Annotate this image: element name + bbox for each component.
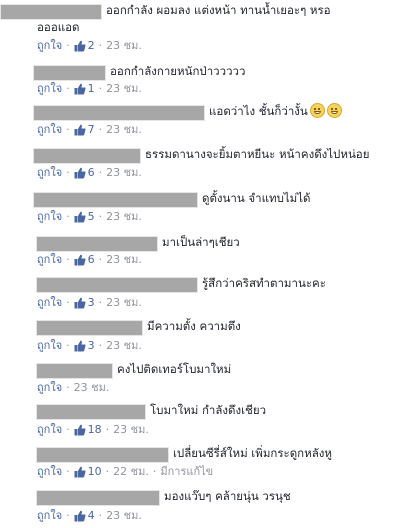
timestamp[interactable]: 23 ชม. <box>113 422 149 438</box>
like-count[interactable]: 5 <box>88 209 95 225</box>
comment-meta: ถูกใจ · 6 · 23 ชม. <box>37 165 142 181</box>
thumbs-up-icon <box>74 424 86 436</box>
comment-list: ออกกำลัง ผอมลง แต่งหน้า ทานน้ำเยอะๆ หรอ … <box>0 0 412 528</box>
like-count[interactable]: 3 <box>88 338 95 354</box>
comment: ออกกำลังกายหนักป่าววววว ถูกใจ · 1 · 23 ช… <box>0 63 412 95</box>
comment-meta: ถูกใจ · 1 · 23 ชม. <box>37 81 142 97</box>
commenter-name[interactable] <box>33 105 205 121</box>
commenter-name[interactable] <box>0 4 102 20</box>
comment-meta: ถูกใจ · 10 · 22 ชม. · มีการแก้ไข <box>37 464 214 480</box>
comment: คงไปติดเทอร์โบมาใหม่ ถูกใจ · 23 ชม. <box>0 361 412 394</box>
like-button[interactable]: ถูกใจ <box>37 338 62 354</box>
like-count[interactable]: 1 <box>88 81 95 97</box>
comment-text: ดูตั้งนาน จำแทบไม่ได้ <box>202 191 311 205</box>
comment-meta: ถูกใจ · 4 · 23 ชม. <box>37 508 142 524</box>
timestamp[interactable]: 23 ชม. <box>106 338 142 354</box>
like-button[interactable]: ถูกใจ <box>37 209 62 225</box>
like-count[interactable]: 6 <box>88 165 95 181</box>
comment-text: เปลี่ยนซีรี่ส์ใหม่ เพิ่มกระดูกหลังหู <box>173 446 332 460</box>
comment: ธรรมดานางจะยิ้มตาหยีนะ หน้าคงดึงไปหน่อย … <box>0 146 412 179</box>
timestamp[interactable]: 23 ชม. <box>106 295 142 311</box>
like-count[interactable]: 10 <box>88 464 102 480</box>
comment-meta: ถูกใจ · 2 · 23 ชม. <box>37 38 142 54</box>
like-button[interactable]: ถูกใจ <box>37 122 62 138</box>
commenter-name[interactable] <box>33 192 198 208</box>
comment: มองแว๊บๆ คล้ายนุ่น วรนุช ถูกใจ · 4 · 23 … <box>0 488 412 522</box>
comment-meta: ถูกใจ · 18 · 23 ชม. <box>37 422 149 438</box>
timestamp[interactable]: 23 ชม. <box>106 508 142 524</box>
like-count[interactable]: 18 <box>88 422 102 438</box>
thumbs-up-icon <box>74 167 86 179</box>
commenter-name[interactable] <box>36 320 143 336</box>
thumbs-up-icon <box>74 40 86 52</box>
like-count[interactable]: 2 <box>88 38 95 54</box>
timestamp[interactable]: 23 ชม. <box>106 81 142 97</box>
like-button[interactable]: ถูกใจ <box>37 38 62 54</box>
comment-text: คงไปติดเทอร์โบมาใหม่ <box>117 362 232 376</box>
like-button[interactable]: ถูกใจ <box>37 508 62 524</box>
comment-text: มีความตั้ง ความตึง <box>147 319 241 333</box>
comment-text: มาเป็นล่าๆเชียว <box>162 235 240 249</box>
thumbs-up-icon <box>74 510 86 522</box>
thumbs-up-icon <box>74 340 86 352</box>
comment: มาเป็นล่าๆเชียว ถูกใจ · 6 · 23 ชม. <box>0 234 412 266</box>
comment-text: แอดว่าไง ชั้นก็ว่างั้น <box>209 104 308 118</box>
commenter-name[interactable] <box>36 447 169 463</box>
thumbs-up-icon <box>74 211 86 223</box>
comment-meta: ถูกใจ · 23 ชม. <box>37 380 110 396</box>
thumbs-up-icon <box>74 297 86 309</box>
like-button[interactable]: ถูกใจ <box>37 422 62 438</box>
comment-text: รู้สึกว่าคริสทำตามานะคะ <box>202 276 326 290</box>
timestamp[interactable]: 22 ชม. <box>113 464 149 480</box>
commenter-name[interactable] <box>36 363 113 379</box>
like-count[interactable]: 6 <box>88 252 95 268</box>
commenter-name[interactable] <box>36 277 198 293</box>
thumbs-up-icon <box>74 466 86 478</box>
thumbs-up-icon <box>74 83 86 95</box>
like-button[interactable]: ถูกใจ <box>37 81 62 97</box>
commenter-name[interactable] <box>33 65 106 81</box>
comment: โบมาใหม่ กำลังดึงเชียว ถูกใจ · 18 · 23 ช… <box>0 402 412 436</box>
edited-label[interactable]: มีการแก้ไข <box>160 464 213 480</box>
timestamp[interactable]: 23 ชม. <box>106 252 142 268</box>
timestamp[interactable]: 23 ชม. <box>106 165 142 181</box>
timestamp[interactable]: 23 ชม. <box>74 380 110 396</box>
timestamp[interactable]: 23 ชม. <box>106 122 142 138</box>
comment-meta: ถูกใจ · 3 · 23 ชม. <box>37 295 142 311</box>
comment-meta: ถูกใจ · 7 · 23 ชม. <box>37 122 142 138</box>
comment-text: ธรรมดานางจะยิ้มตาหยีนะ หน้าคงดึงไปหน่อย <box>145 147 370 161</box>
comment-meta: ถูกใจ · 3 · 23 ชม. <box>37 338 142 354</box>
commenter-name[interactable] <box>36 490 160 506</box>
thumbs-up-icon <box>74 124 86 136</box>
comment-text: โบมาใหม่ กำลังดึงเชียว <box>150 403 267 417</box>
like-count[interactable]: 4 <box>88 508 95 524</box>
comment-text: ออกกำลังกายหนักป่าววววว <box>110 64 246 78</box>
comment: รู้สึกว่าคริสทำตามานะคะ ถูกใจ · 3 · 23 ช… <box>0 275 412 309</box>
comment-meta: ถูกใจ · 6 · 23 ชม. <box>37 252 142 268</box>
like-button[interactable]: ถูกใจ <box>37 295 62 311</box>
commenter-name[interactable] <box>36 236 158 252</box>
timestamp[interactable]: 23 ชม. <box>106 38 142 54</box>
comment-meta: ถูกใจ · 5 · 23 ชม. <box>37 209 142 225</box>
thumbs-up-icon <box>74 254 86 266</box>
comment: แอดว่าไง ชั้นก็ว่างั้น ถูกใจ · 7 · 23 ชม… <box>0 103 412 136</box>
grin-icon <box>309 103 325 118</box>
comment: ออกกำลัง ผอมลง แต่งหน้า ทานน้ำเยอะๆ หรอ … <box>0 2 412 52</box>
comment-text-continued: อออแอด <box>37 20 80 34</box>
commenter-name[interactable] <box>36 404 146 420</box>
like-button[interactable]: ถูกใจ <box>37 165 62 181</box>
like-button[interactable]: ถูกใจ <box>37 252 62 268</box>
like-count[interactable]: 7 <box>88 122 95 138</box>
comment: ดูตั้งนาน จำแทบไม่ได้ ถูกใจ · 5 · 23 ชม. <box>0 190 412 223</box>
timestamp[interactable]: 23 ชม. <box>106 209 142 225</box>
commenter-name[interactable] <box>33 148 141 164</box>
comment-text: มองแว๊บๆ คล้ายนุ่น วรนุช <box>164 489 291 503</box>
comment: เปลี่ยนซีรี่ส์ใหม่ เพิ่มกระดูกหลังหู ถูก… <box>0 445 412 478</box>
like-count[interactable]: 3 <box>88 295 95 311</box>
comment: มีความตั้ง ความตึง ถูกใจ · 3 · 23 ชม. <box>0 318 412 352</box>
like-button[interactable]: ถูกใจ <box>37 380 62 396</box>
comment-text: ออกกำลัง ผอมลง แต่งหน้า ทานน้ำเยอะๆ หรอ <box>106 3 331 17</box>
like-button[interactable]: ถูกใจ <box>37 464 62 480</box>
grin-icon <box>326 103 342 118</box>
